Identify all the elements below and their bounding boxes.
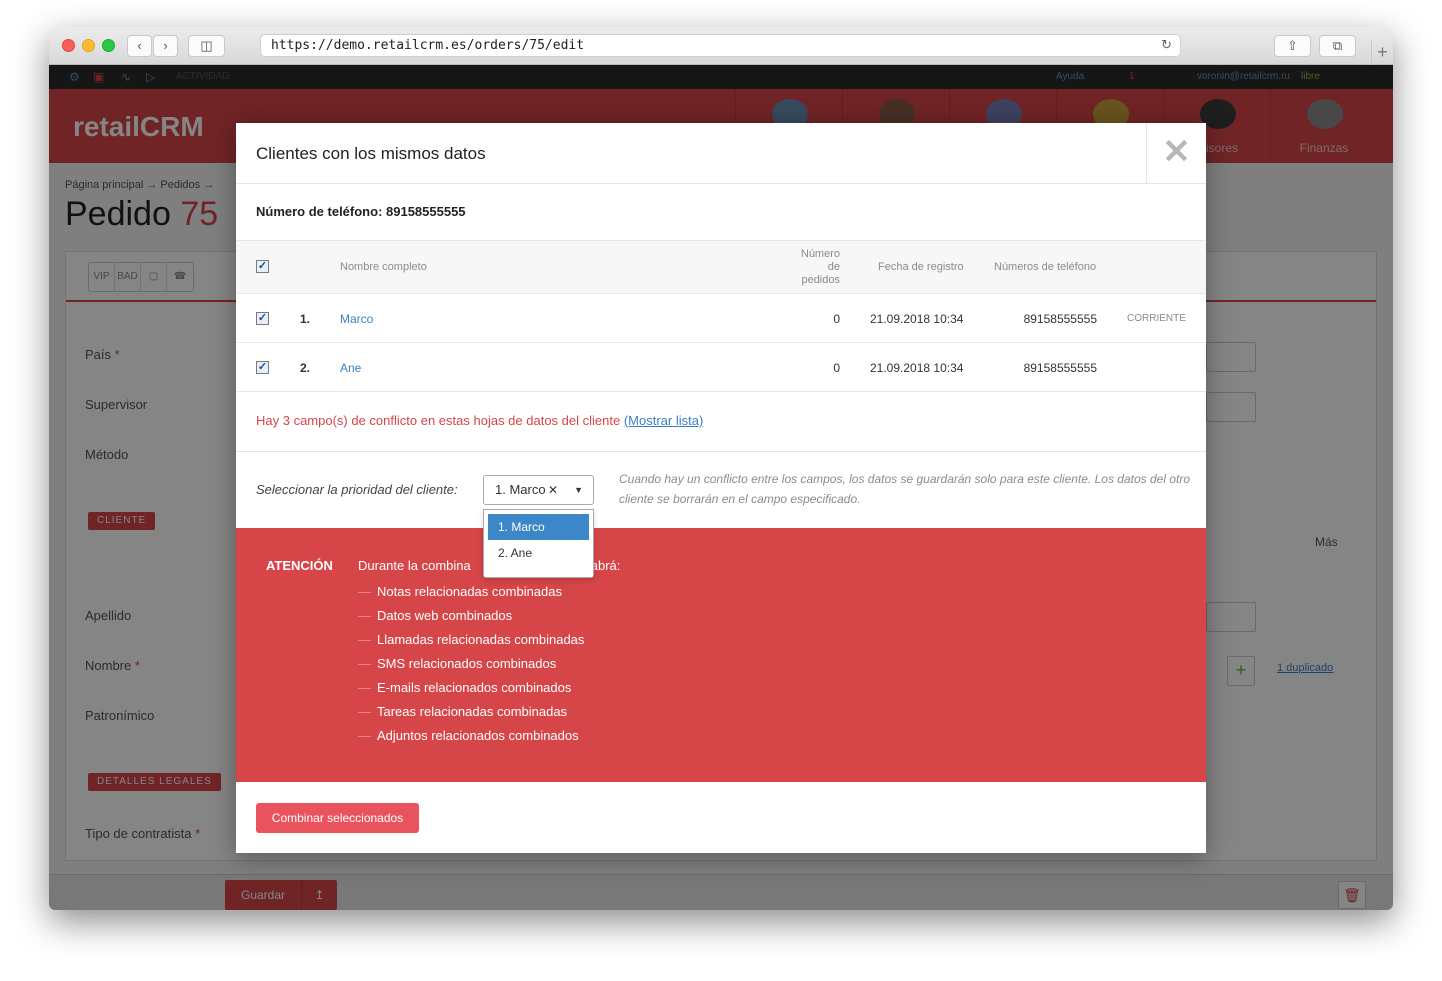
browser-titlebar: ‹ › ◫ https://demo.retailcrm.es/orders/7… bbox=[49, 27, 1393, 65]
sidebar-icon: ◫ bbox=[200, 38, 213, 53]
current-badge: CORRIENTE bbox=[1127, 313, 1186, 324]
orders-count: 0 bbox=[833, 361, 840, 375]
tabs-button[interactable]: ⧉ bbox=[1319, 35, 1356, 57]
option-ane[interactable]: 2. Ane bbox=[488, 540, 589, 566]
forward-button[interactable]: › bbox=[153, 35, 178, 57]
reload-icon[interactable]: ↻ bbox=[1161, 35, 1172, 56]
conflict-message: Hay 3 campo(s) de conflicto en estas hoj… bbox=[256, 413, 703, 428]
row-number: 2. bbox=[300, 361, 311, 375]
priority-hint: Cuando hay un conflicto entre los campos… bbox=[619, 472, 1191, 506]
url-bar[interactable]: https://demo.retailcrm.es/orders/75/edit… bbox=[260, 34, 1181, 57]
combine-selected-button[interactable]: Combinar seleccionados bbox=[256, 803, 419, 833]
back-button[interactable]: ‹ bbox=[127, 35, 152, 57]
warning-list: — Notas relacionadas combinadas — Datos we… bbox=[358, 584, 584, 752]
priority-value: 1. Marco bbox=[495, 482, 546, 497]
caret-down-icon[interactable]: ▼ bbox=[574, 476, 583, 504]
url-text: https://demo.retailcrm.es/orders/75/edit bbox=[271, 38, 585, 53]
row-number: 1. bbox=[300, 312, 311, 326]
list-item: — Datos web combinados bbox=[358, 608, 513, 623]
orders-count: 0 bbox=[833, 312, 840, 326]
select-all-checkbox[interactable]: ✓ bbox=[256, 260, 269, 273]
chevron-right-icon: › bbox=[163, 38, 168, 53]
client-name-link[interactable]: Ane bbox=[340, 361, 361, 375]
clear-icon[interactable]: ✕ bbox=[548, 476, 558, 504]
row-checkbox[interactable]: ✓ bbox=[256, 312, 269, 325]
list-item: — Adjuntos relacionados combinados bbox=[358, 728, 579, 743]
modal-title: Clientes con los mismos datos bbox=[256, 144, 486, 163]
new-tab-button[interactable]: + bbox=[1371, 41, 1393, 65]
option-marco[interactable]: 1. Marco bbox=[488, 514, 589, 540]
phone-label: Número de teléfono: 89158555555 bbox=[256, 204, 466, 219]
chevron-left-icon: ‹ bbox=[137, 38, 142, 53]
client-name-link[interactable]: Marco bbox=[340, 312, 373, 326]
show-list-link[interactable]: (Mostrar lista) bbox=[624, 413, 703, 428]
col-registered: Fecha de registro bbox=[878, 261, 964, 273]
list-item: — SMS relacionados combinados bbox=[358, 656, 557, 671]
priority-select[interactable]: 1. Marco ✕ ▼ bbox=[483, 475, 594, 505]
share-button[interactable]: ⇧ bbox=[1274, 35, 1311, 57]
phone-number: 89158555555 bbox=[1023, 312, 1097, 326]
priority-label: Seleccionar la prioridad del cliente: bbox=[256, 482, 458, 497]
close-window-button[interactable] bbox=[62, 39, 75, 52]
list-item: — Llamadas relacionadas combinadas bbox=[358, 632, 585, 647]
table-row[interactable]: ✓ 2. Ane 0 21.09.2018 10:34 89158555555 bbox=[236, 343, 1206, 392]
warning-panel: ATENCIÓN Durante la combina abrá: — Notas … bbox=[236, 528, 1206, 782]
conflict-text: Hay 3 campo(s) de conflicto en estas hoj… bbox=[256, 413, 621, 428]
tabs-icon: ⧉ bbox=[1332, 38, 1343, 53]
minimize-window-button[interactable] bbox=[82, 39, 95, 52]
col-phones: Números de teléfono bbox=[994, 261, 1097, 273]
col-orders: Número de pedidos bbox=[800, 248, 840, 286]
share-icon: ⇧ bbox=[1287, 38, 1298, 53]
close-icon[interactable]: ✕ bbox=[1146, 123, 1206, 183]
table-header: ✓ Nombre completo Número de pedidos Fech… bbox=[236, 240, 1206, 294]
phone-number: 89158555555 bbox=[1023, 361, 1097, 375]
col-name: Nombre completo bbox=[340, 261, 427, 273]
registration-date: 21.09.2018 10:34 bbox=[870, 312, 964, 326]
maximize-window-button[interactable] bbox=[102, 39, 115, 52]
table-row[interactable]: ✓ 1. Marco 0 21.09.2018 10:34 8915855555… bbox=[236, 294, 1206, 343]
sidebar-toggle-button[interactable]: ◫ bbox=[188, 35, 225, 57]
warning-heading: ATENCIÓN bbox=[266, 558, 333, 573]
priority-dropdown: 1. Marco 2. Ane bbox=[483, 509, 594, 578]
list-item: — E-mails relacionados combinados bbox=[358, 680, 572, 695]
row-checkbox[interactable]: ✓ bbox=[256, 361, 269, 374]
list-item: — Notas relacionadas combinadas bbox=[358, 584, 562, 599]
registration-date: 21.09.2018 10:34 bbox=[870, 361, 964, 375]
divider bbox=[236, 451, 1206, 452]
merge-clients-modal: Clientes con los mismos datos ✕ Número d… bbox=[236, 123, 1206, 853]
modal-header: Clientes con los mismos datos ✕ bbox=[236, 123, 1206, 184]
list-item: — Tareas relacionadas combinadas bbox=[358, 704, 568, 719]
